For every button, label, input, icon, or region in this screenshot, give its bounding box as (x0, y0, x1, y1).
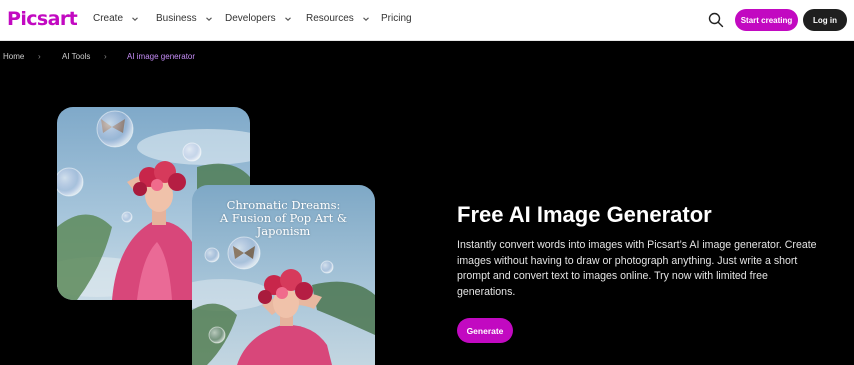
breadcrumb-home[interactable]: Home (3, 52, 24, 61)
breadcrumb-ai-tools[interactable]: AI Tools (62, 52, 90, 61)
nav-resources-label: Resources (306, 13, 354, 24)
login-button[interactable]: Log in (803, 9, 847, 31)
image-caption-line-2: A Fusion of Pop Art & Japonism (219, 211, 348, 238)
chevron-down-icon (132, 16, 138, 21)
nav-resources[interactable]: Resources (306, 13, 371, 24)
nav-developers-label: Developers (225, 13, 276, 24)
page-title: Free AI Image Generator (457, 202, 712, 227)
nav-pricing[interactable]: Pricing (381, 13, 412, 24)
image-caption: Chromatic Dreams: A Fusion of Pop Art & … (192, 199, 375, 238)
nav-pricing-label: Pricing (381, 13, 412, 24)
start-creating-button[interactable]: Start creating (735, 9, 798, 31)
example-image-front: Chromatic Dreams: A Fusion of Pop Art & … (192, 185, 375, 365)
nav-business-label: Business (156, 13, 197, 24)
nav-business[interactable]: Business (156, 13, 214, 24)
chevron-down-icon (205, 16, 212, 21)
breadcrumb-separator-icon: › (38, 52, 41, 61)
generate-button[interactable]: Generate (457, 318, 513, 343)
nav-developers[interactable]: Developers (225, 13, 293, 24)
picsart-logo[interactable]: Picsart (7, 8, 78, 30)
nav-create[interactable]: Create (93, 13, 140, 24)
chevron-down-icon (284, 16, 291, 21)
hero-description: Instantly convert words into images with… (457, 239, 817, 298)
breadcrumb-separator-icon: › (104, 52, 107, 61)
chevron-down-icon (362, 16, 369, 21)
breadcrumb-current: AI image generator (127, 52, 196, 61)
nav-create-label: Create (93, 13, 124, 24)
top-navigation-bar: Picsart Create Business Developers Resou… (0, 0, 854, 41)
search-icon[interactable] (707, 11, 725, 29)
